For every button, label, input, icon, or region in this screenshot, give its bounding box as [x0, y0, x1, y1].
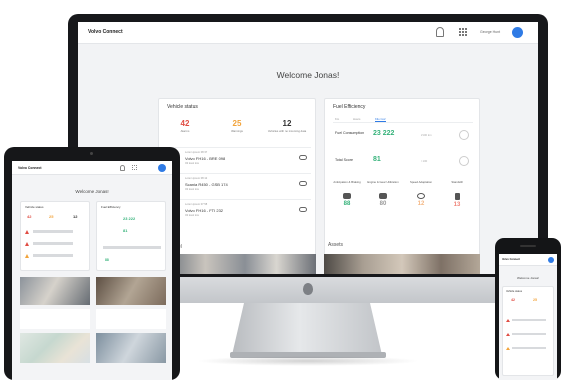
stand-shadow — [196, 356, 420, 366]
user-name[interactable]: George Hunt — [480, 30, 500, 34]
tablet-photo-3[interactable] — [96, 333, 166, 363]
app-title: Volvo Connect — [88, 29, 123, 35]
gauge-icon — [459, 156, 469, 166]
tablet-vehicle-status-card: Vehicle status 42 25 12 — [20, 201, 90, 271]
welcome-heading: Welcome Jonas! — [276, 70, 340, 80]
vehicle-status-title: Vehicle status — [167, 104, 198, 110]
total-score-value: 81 — [373, 156, 381, 163]
tablet-fuel-efficiency-card: Fuel Efficiency 23 222 81 88 — [96, 201, 166, 271]
fuel-photo[interactable] — [158, 254, 316, 274]
flag-icon — [343, 193, 351, 199]
top-bar: Volvo Connect George Hunt — [78, 22, 538, 44]
gauge-icon — [459, 130, 469, 140]
fuel-consumption-value: 23 222 — [373, 130, 395, 137]
key-icon[interactable] — [299, 181, 307, 186]
total-score-row: Total Score 81 / 100 — [333, 155, 473, 175]
tablet-map[interactable] — [20, 333, 90, 363]
alert-icon — [506, 319, 510, 322]
fuel-consumption-row: Fuel Consumption 23 222 l/100 km — [333, 129, 473, 149]
standstill[interactable]: Standstill 13 — [441, 180, 473, 208]
tablet-top-bar: Volvo Connect — [12, 161, 172, 175]
fuel-efficiency-title: Fuel Efficiency — [333, 104, 366, 110]
tablet-photo-1[interactable] — [20, 277, 90, 305]
alert-icon — [25, 242, 29, 246]
assets-photo[interactable] — [324, 254, 480, 274]
apple-logo-icon — [303, 283, 313, 295]
fuel-efficiency-card: Fuel Efficiency Km Hours Kilo Co2 Fuel C… — [324, 98, 480, 258]
phone-screen: Volvo Connect Welcome Jonas! Vehicle sta… — [499, 254, 557, 380]
engine-gear-utilization[interactable]: Engine & Gear Utilization 80 — [367, 180, 399, 207]
tablet-camera — [90, 152, 93, 155]
alarms-stat[interactable]: 42 Alarms — [165, 119, 205, 134]
tablet-screen: Volvo Connect Welcome Jonas! Vehicle sta… — [12, 161, 172, 380]
vehicle-row[interactable]: Lorem ipsum 08:37 Volvo FH16 - BRE 098 O… — [167, 147, 311, 169]
alert-icon — [25, 230, 29, 234]
warning-icon — [506, 347, 510, 350]
phone-vehicle-status-card: Vehicle status 42 25 — [502, 286, 554, 376]
avatar[interactable] — [512, 27, 523, 38]
speedometer-icon — [417, 193, 425, 199]
tablet-news-card[interactable] — [20, 309, 90, 329]
tablet-avatar[interactable] — [158, 164, 166, 172]
phone-welcome: Welcome Jonas! — [516, 276, 540, 280]
alert-icon — [506, 333, 510, 336]
imac-stand — [232, 303, 382, 355]
tablet-grid-icon[interactable] — [132, 165, 137, 170]
key-icon[interactable] — [299, 207, 307, 212]
bell-icon[interactable] — [436, 27, 444, 37]
speed-adaptation[interactable]: Speed Adaptation 12 — [405, 180, 437, 207]
assets-section-label: Assets — [328, 242, 344, 248]
fuel-pump-icon — [454, 193, 460, 200]
key-icon[interactable] — [299, 155, 307, 160]
vehicle-row[interactable]: Lorem ipsum 07:58 Volvo FH16 - FTI 232 O… — [167, 199, 311, 221]
tablet-bell-icon[interactable] — [120, 165, 125, 171]
fuel-tabs: Km Hours Kilo Co2 — [333, 117, 473, 123]
tablet-welcome: Welcome Jonas! — [75, 189, 109, 194]
anticipation-braking[interactable]: Anticipation & Braking 88 — [331, 180, 363, 207]
tablet-app-title: Volvo Connect — [18, 166, 42, 170]
warnings-stat[interactable]: 25 Warnings — [217, 119, 257, 134]
phone-avatar[interactable] — [548, 257, 554, 263]
tab-km[interactable]: Km — [335, 117, 339, 121]
tablet-photo-2[interactable] — [96, 277, 166, 305]
vehicle-status-card: Vehicle status 42 Alarms 25 Warnings 12 … — [158, 98, 316, 258]
vehicle-row[interactable]: Lorem ipsum 08:12 Scania R450 - GSB 174 … — [167, 173, 311, 195]
engine-icon — [379, 193, 387, 199]
phone-speaker — [520, 245, 536, 247]
warning-icon — [25, 254, 29, 258]
no-data-stat[interactable]: 12 Vehicles with no incoming data — [267, 119, 307, 134]
tab-hours[interactable]: Hours — [353, 117, 360, 121]
phone-top-bar: Volvo Connect — [499, 254, 557, 266]
tablet-news-card[interactable] — [96, 309, 166, 329]
phone-app-title: Volvo Connect — [502, 258, 520, 261]
apps-grid-icon[interactable] — [459, 28, 467, 36]
tab-kilo-co2[interactable]: Kilo Co2 — [375, 117, 386, 122]
